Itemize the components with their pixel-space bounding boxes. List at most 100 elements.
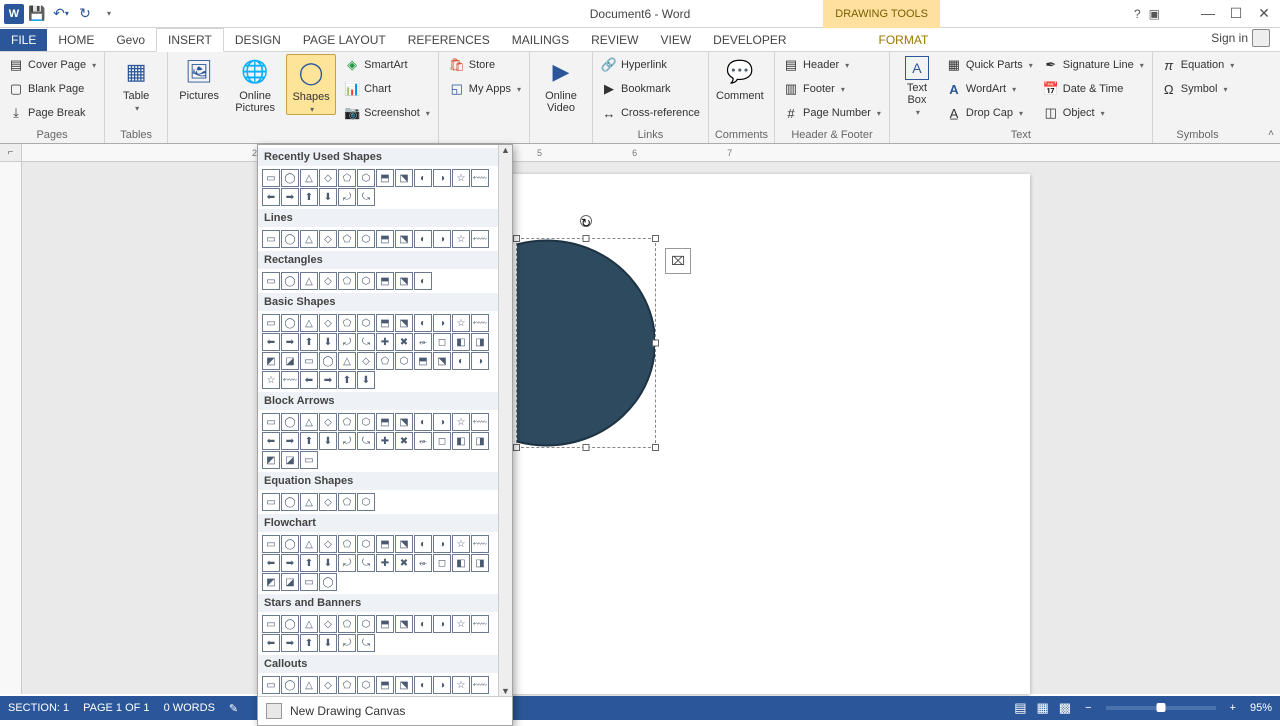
shape-item[interactable]: ⬆ — [300, 554, 318, 572]
shape-item[interactable]: ◯ — [281, 615, 299, 633]
shape-item[interactable]: ◑ — [433, 314, 451, 332]
shape-item[interactable]: ⬇ — [319, 188, 337, 206]
shape-item[interactable]: ⬆ — [300, 634, 318, 652]
shape-item[interactable]: ▭ — [262, 676, 280, 694]
shape-item[interactable]: ◇ — [319, 676, 337, 694]
page-number-button[interactable]: #Page Number▾ — [781, 102, 883, 124]
object-button[interactable]: ◫Object▾ — [1041, 102, 1146, 124]
comment-button[interactable]: 💬Comment — [715, 54, 765, 102]
shape-item[interactable]: ➡ — [281, 432, 299, 450]
shape-item[interactable]: ✚ — [376, 432, 394, 450]
shape-item[interactable]: ◪ — [281, 352, 299, 370]
shape-item[interactable]: ☆ — [452, 169, 470, 187]
shape-item[interactable]: ◪ — [281, 573, 299, 591]
shape-item[interactable]: ▭ — [300, 573, 318, 591]
shape-item[interactable]: ⬇ — [319, 333, 337, 351]
resize-handle-ne[interactable] — [652, 235, 659, 242]
tab-file[interactable]: FILE — [0, 29, 47, 51]
shape-item[interactable]: ➡ — [281, 554, 299, 572]
footer-button[interactable]: ▥Footer▾ — [781, 78, 883, 100]
shape-item[interactable]: ▭ — [262, 169, 280, 187]
shape-item[interactable]: ⬇ — [319, 634, 337, 652]
text-box-button[interactable]: AText Box▾ — [896, 54, 938, 117]
shape-item[interactable]: ⬔ — [395, 314, 413, 332]
minimize-button[interactable]: — — [1194, 0, 1222, 26]
shape-item[interactable]: ▭ — [262, 615, 280, 633]
zoom-level[interactable]: 95% — [1250, 702, 1272, 714]
shape-item[interactable]: ◪ — [281, 451, 299, 469]
shape-item[interactable]: ☆ — [452, 615, 470, 633]
chart-button[interactable]: 📊Chart — [342, 78, 432, 100]
shape-item[interactable]: ☆ — [452, 535, 470, 553]
scroll-down-icon[interactable]: ▼ — [501, 686, 510, 696]
shape-item[interactable]: ◇ — [319, 413, 337, 431]
shape-item[interactable]: ◇ — [357, 352, 375, 370]
shape-item[interactable]: △ — [300, 535, 318, 553]
shape-item[interactable]: ◇ — [319, 230, 337, 248]
shape-item[interactable]: ☆ — [452, 230, 470, 248]
screenshot-button[interactable]: 📷Screenshot▾ — [342, 102, 432, 124]
shape-item[interactable]: ◑ — [433, 535, 451, 553]
shape-item[interactable]: ⤿ — [357, 188, 375, 206]
shape-item[interactable]: ➡ — [281, 634, 299, 652]
cover-page-button[interactable]: ▤Cover Page▾ — [6, 54, 98, 76]
shape-item[interactable]: ⬒ — [376, 230, 394, 248]
shape-item[interactable]: ⤿ — [357, 432, 375, 450]
shape-item[interactable]: ◯ — [319, 352, 337, 370]
shape-item[interactable]: ⬒ — [414, 352, 432, 370]
shape-item[interactable]: ⬠ — [376, 352, 394, 370]
shape-item[interactable]: ⬔ — [433, 352, 451, 370]
shape-item[interactable]: ⬔ — [395, 413, 413, 431]
shape-item[interactable]: △ — [300, 314, 318, 332]
wordart-button[interactable]: AWordArt▾ — [944, 78, 1035, 100]
shape-item[interactable]: ◐ — [414, 169, 432, 187]
shape-item[interactable]: ◐ — [414, 413, 432, 431]
shape-item[interactable]: ⬡ — [357, 230, 375, 248]
shape-item[interactable]: ◑ — [433, 615, 451, 633]
shape-item[interactable]: ⬠ — [338, 230, 356, 248]
shape-item[interactable]: ⬠ — [338, 413, 356, 431]
shape-item[interactable]: ⬠ — [338, 676, 356, 694]
tab-gevo[interactable]: Gevo — [105, 29, 156, 51]
shape-item[interactable]: ◯ — [281, 169, 299, 187]
shape-item[interactable]: ◩ — [262, 352, 280, 370]
header-button[interactable]: ▤Header▾ — [781, 54, 883, 76]
shape-item[interactable]: ▭ — [262, 493, 280, 511]
redo-icon[interactable]: ↻ — [74, 3, 96, 25]
hyperlink-button[interactable]: 🔗Hyperlink — [599, 54, 702, 76]
shape-item[interactable]: ⬠ — [338, 314, 356, 332]
shape-item[interactable]: △ — [300, 676, 318, 694]
shape-item[interactable]: ▭ — [262, 272, 280, 290]
shape-item[interactable]: ☆ — [452, 413, 470, 431]
shape-item[interactable]: ◯ — [281, 676, 299, 694]
resize-handle-se[interactable] — [652, 444, 659, 451]
store-button[interactable]: 🛍Store — [447, 54, 523, 76]
shape-item[interactable]: ▭ — [262, 413, 280, 431]
shape-item[interactable]: ◯ — [281, 314, 299, 332]
close-button[interactable]: ✕ — [1250, 0, 1278, 26]
tab-view[interactable]: VIEW — [649, 29, 702, 51]
shape-item[interactable]: ▭ — [300, 352, 318, 370]
shape-item[interactable]: ◇ — [319, 272, 337, 290]
shape-item[interactable]: ⬔ — [395, 676, 413, 694]
shape-item[interactable]: ⬡ — [357, 413, 375, 431]
cross-reference-button[interactable]: ↔Cross-reference — [599, 102, 702, 124]
shape-item[interactable]: ◑ — [433, 413, 451, 431]
ribbon-display-icon[interactable]: ▣ — [1149, 7, 1160, 21]
shape-item[interactable]: ◨ — [471, 554, 489, 572]
save-icon[interactable]: 💾 — [26, 3, 48, 25]
zoom-in-icon[interactable]: + — [1230, 702, 1236, 714]
tab-developer[interactable]: DEVELOPER — [702, 29, 797, 51]
shape-item[interactable]: ◯ — [281, 493, 299, 511]
tab-design[interactable]: DESIGN — [224, 29, 292, 51]
zoom-slider[interactable] — [1106, 706, 1216, 710]
new-drawing-canvas-item[interactable]: New Drawing Canvas — [258, 696, 512, 725]
resize-handle-sw[interactable] — [513, 444, 520, 451]
pictures-button[interactable]: 🖼Pictures — [174, 54, 224, 102]
shape-item[interactable]: ▭ — [300, 451, 318, 469]
shape-item[interactable]: △ — [338, 352, 356, 370]
shape-item[interactable]: ◐ — [414, 676, 432, 694]
blank-page-button[interactable]: ▢Blank Page — [6, 78, 98, 100]
shape-item[interactable]: ➡ — [281, 333, 299, 351]
shape-item[interactable]: ▭ — [262, 230, 280, 248]
